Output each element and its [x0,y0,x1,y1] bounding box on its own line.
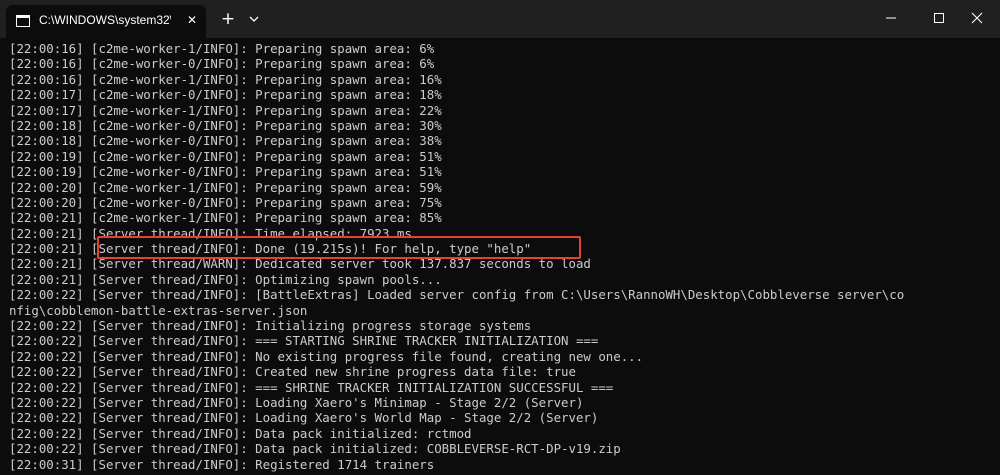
close-tab-button[interactable]: ✕ [182,10,202,30]
console-line: [22:00:22] [Server thread/INFO]: === STA… [9,333,599,349]
console-output[interactable]: [22:00:16] [c2me-worker-1/INFO]: Prepari… [9,41,995,475]
terminal-window: C:\WINDOWS\system32\cmd. ✕ + [22:00:16 [0,0,1000,475]
tab-dropdown-button[interactable] [245,9,263,29]
console-line: [22:00:16] [c2me-worker-1/INFO]: Prepari… [9,71,442,87]
close-icon [971,12,983,24]
scrollbar[interactable] [994,38,1000,475]
console-line: [22:00:22] [Server thread/INFO]: Loading… [9,410,599,426]
console-line: [22:00:21] [Server thread/INFO]: Optimiz… [9,271,442,287]
console-line: [22:00:20] [c2me-worker-0/INFO]: Prepari… [9,194,442,210]
maximize-icon [934,13,944,23]
console-line: [22:00:22] [Server thread/INFO]: [Battle… [9,287,905,303]
minimize-button[interactable] [868,0,914,36]
console-line: [22:00:22] [Server thread/INFO]: No exis… [9,348,644,364]
console-line: [22:00:21] [Server thread/WARN]: Dedicat… [9,256,591,272]
tab-title: C:\WINDOWS\system32\cmd. [39,13,171,27]
chevron-down-icon [249,16,259,22]
console-line: [22:00:22] [Server thread/INFO]: Initial… [9,318,532,334]
console-line: [22:00:22] [Server thread/INFO]: === SHR… [9,379,614,395]
console-line: [22:00:22] [Server thread/INFO]: Data pa… [9,441,621,457]
console-line: [22:00:31] [Server thread/INFO]: Registe… [9,456,435,472]
console-line: [22:00:18] [c2me-worker-0/INFO]: Prepari… [9,117,442,133]
console-line: [22:00:16] [c2me-worker-1/INFO]: Prepari… [9,41,435,56]
console-line: [22:00:16] [c2me-worker-0/INFO]: Prepari… [9,56,435,72]
console-line: [22:00:19] [c2me-worker-0/INFO]: Prepari… [9,148,442,164]
console-line: [22:00:20] [c2me-worker-1/INFO]: Prepari… [9,179,442,195]
console-line: nfig\cobblemon-battle-extras-server.json [9,302,308,318]
tab-cmd[interactable]: C:\WINDOWS\system32\cmd. ✕ [6,5,206,38]
console-line: [22:00:19] [c2me-worker-0/INFO]: Prepari… [9,164,442,180]
console-line: [22:00:18] [c2me-worker-0/INFO]: Prepari… [9,133,442,149]
console-line: [22:00:22] [Server thread/INFO]: Loading… [9,394,584,410]
console-line: [22:00:17] [c2me-worker-1/INFO]: Prepari… [9,102,442,118]
title-bar: C:\WINDOWS\system32\cmd. ✕ + [0,0,1000,38]
console-line: [22:00:21] [c2me-worker-1/INFO]: Prepari… [9,210,442,226]
console-line: [22:00:21] [Server thread/INFO]: Time el… [9,225,412,241]
close-window-button[interactable] [954,0,1000,36]
console-line: [22:00:22] [Server thread/INFO]: Data pa… [9,425,472,441]
console-line: [22:00:21] [Server thread/INFO]: Done (1… [9,241,532,257]
console-line: [22:00:22] [Server thread/INFO]: Created… [9,364,576,380]
terminal-icon [16,15,30,27]
minimize-icon [886,17,896,19]
console-line: [22:00:17] [c2me-worker-0/INFO]: Prepari… [9,87,442,103]
new-tab-button[interactable]: + [218,9,238,29]
